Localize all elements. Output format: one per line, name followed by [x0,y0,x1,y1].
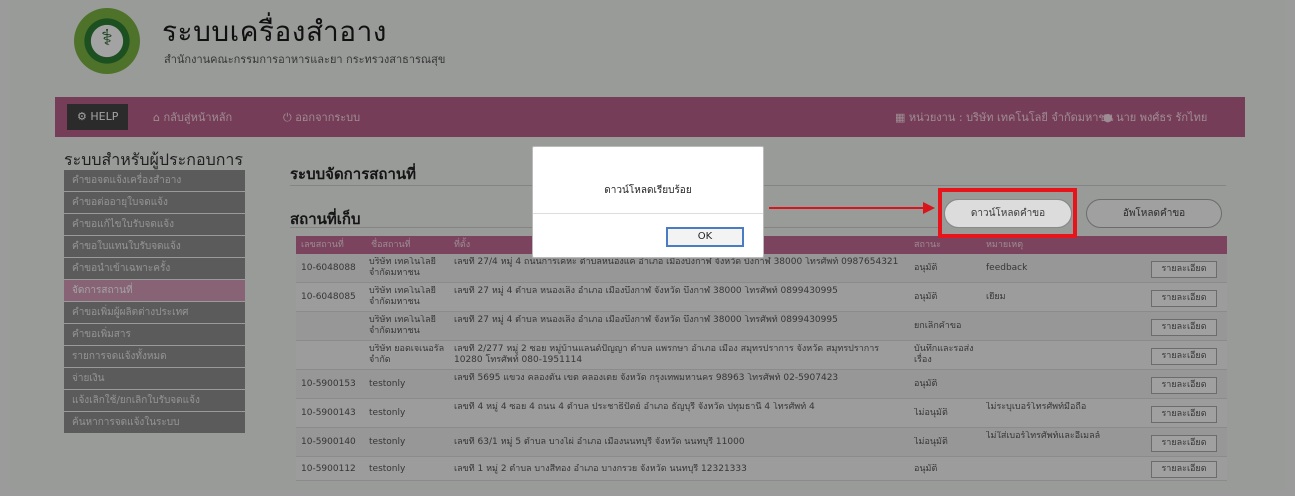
dialog-divider [533,213,763,214]
dialog-message: ดาวน์โหลดเรียบร้อย [604,185,692,196]
ok-button[interactable]: OK [666,227,744,247]
download-success-dialog: ดาวน์โหลดเรียบร้อย OK [532,146,764,258]
page: ⚕ ระบบเครื่องสำอาง สำนักงานคณะกรรมการอาห… [0,0,1295,496]
annotation-highlight-box [938,188,1077,238]
annotation-arrow-head [923,202,935,214]
annotation-arrow [769,207,929,209]
